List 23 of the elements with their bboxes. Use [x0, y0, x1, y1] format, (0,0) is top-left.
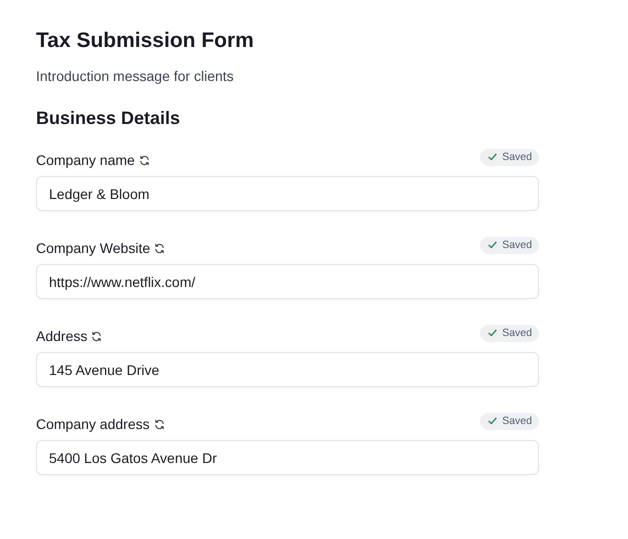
sync-icon[interactable] — [154, 418, 165, 430]
section-title: Business Details — [36, 107, 182, 130]
input-field[interactable]: Ledger & Bloom — [36, 176, 539, 211]
sync-icon[interactable] — [91, 330, 102, 342]
field-label: Company address — [36, 416, 150, 432]
field-label: Company name — [36, 152, 135, 168]
check-icon — [488, 153, 498, 161]
status-badge: Saved — [480, 412, 539, 430]
sync-icon[interactable] — [138, 154, 150, 166]
field-label: Company Website — [36, 240, 150, 256]
status-badge: Saved — [480, 236, 539, 254]
field-label: Address — [36, 328, 88, 344]
intro-text: Introduction message for clients — [36, 67, 235, 85]
status-badge: Saved — [480, 148, 539, 166]
input-field[interactable]: 145 Avenue Drive — [36, 352, 539, 387]
form-title: Tax Submission Form — [36, 28, 255, 54]
status-badge: Saved — [480, 324, 539, 342]
check-icon — [488, 417, 498, 425]
sync-icon[interactable] — [154, 242, 166, 254]
input-field[interactable]: https://www.netflix.com/ — [36, 264, 539, 299]
check-icon — [488, 241, 498, 249]
check-icon — [488, 329, 498, 337]
input-field[interactable]: 5400 Los Gatos Avenue Dr — [36, 440, 539, 475]
